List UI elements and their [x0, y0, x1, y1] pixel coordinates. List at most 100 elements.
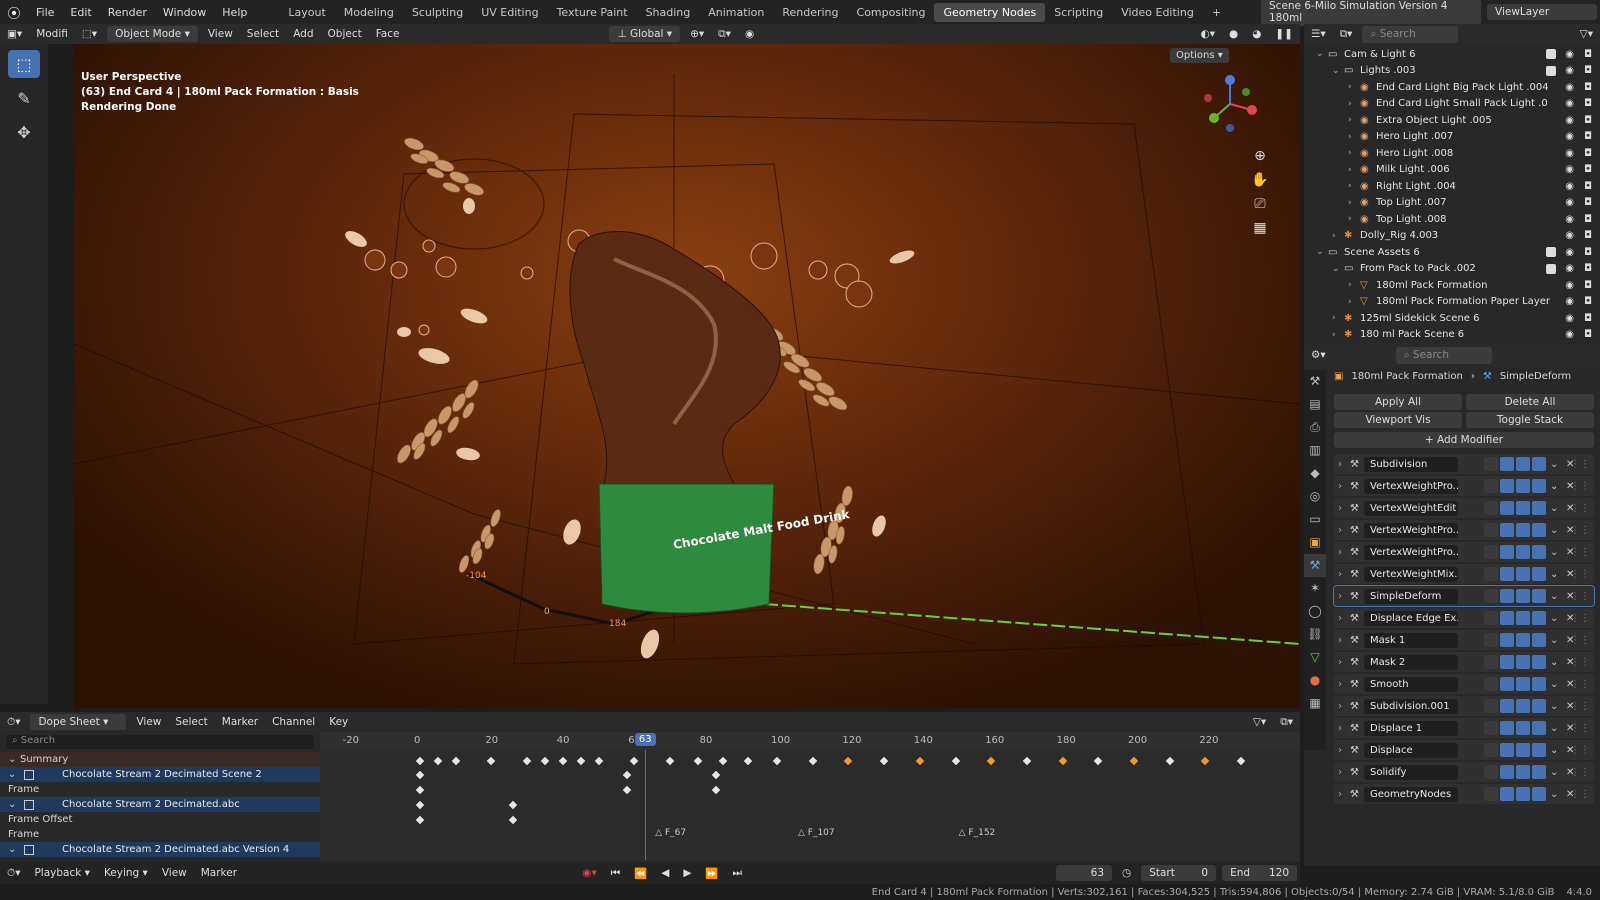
- dopesheet-mode-dropdown[interactable]: Dope Sheet ▾: [30, 714, 127, 730]
- viewport-icon[interactable]: [1516, 479, 1530, 493]
- summary-keyframe[interactable]: [1201, 756, 1210, 766]
- cage-icon[interactable]: [1500, 501, 1514, 515]
- channel-keyframe[interactable]: [622, 785, 632, 795]
- summary-keyframe[interactable]: [629, 756, 639, 766]
- viewport-icon[interactable]: [1516, 589, 1530, 603]
- channel-search[interactable]: ⌕ Search: [0, 732, 320, 752]
- eye-icon[interactable]: ◉: [1565, 181, 1574, 192]
- summary-keyframe[interactable]: [665, 756, 675, 766]
- outliner-row[interactable]: › ▽ 180ml Pack Formation ◉ ◘: [1304, 277, 1600, 294]
- render-icon[interactable]: [1532, 699, 1546, 713]
- navigation-gizmo[interactable]: [1200, 74, 1260, 134]
- expand-chevron-icon[interactable]: ›: [1348, 99, 1360, 109]
- summary-keyframe[interactable]: [1058, 756, 1067, 766]
- camera-render-icon[interactable]: ◘: [1584, 49, 1592, 60]
- outliner-row[interactable]: › ▽ 180ml Pack Formation Paper Layer ◉ ◘: [1304, 294, 1600, 311]
- timeline-marker[interactable]: △ F_107: [798, 828, 835, 838]
- orientation-dropdown[interactable]: ⊥ Global ▾: [609, 26, 681, 42]
- outliner-row[interactable]: ⌄ ▭ Scene Assets 6 ◉ ◘: [1304, 244, 1600, 261]
- outliner-editor-icon[interactable]: ☰▾: [1304, 26, 1333, 42]
- camera-render-icon[interactable]: ◘: [1584, 247, 1592, 258]
- expand-chevron-icon[interactable]: ›: [1338, 657, 1342, 668]
- camera-render-icon[interactable]: ◘: [1584, 148, 1592, 159]
- add-modifier-button[interactable]: + Add Modifier: [1334, 432, 1594, 448]
- expand-chevron-icon[interactable]: ›: [1338, 481, 1342, 492]
- channel-row[interactable]: ⌄ Chocolate Stream 2 Decimated.abc Versio…: [0, 842, 320, 857]
- viewport-icon[interactable]: [1516, 743, 1530, 757]
- outliner-row[interactable]: › ◉ Milk Light .006 ◉ ◘: [1304, 162, 1600, 179]
- camera-render-icon[interactable]: ◘: [1584, 131, 1592, 142]
- eye-icon[interactable]: ◉: [1565, 214, 1574, 225]
- modifier-panel[interactable]: › ⚒ Displace Edge Ex... ⌄ ✕ ⋮⋮: [1334, 608, 1594, 628]
- summary-keyframe[interactable]: [808, 756, 817, 766]
- material-tab-icon[interactable]: ●: [1304, 669, 1326, 692]
- drag-handle-icon[interactable]: ⋮⋮: [1570, 547, 1590, 558]
- expand-chevron-icon[interactable]: ›: [1338, 723, 1342, 734]
- expand-chevron-icon[interactable]: ⌄: [8, 844, 20, 855]
- viewport-vis-button[interactable]: Viewport Vis: [1334, 412, 1462, 428]
- outliner-row[interactable]: › ◉ Right Light .004 ◉ ◘: [1304, 178, 1600, 195]
- render-icon[interactable]: [1532, 501, 1546, 515]
- channel-keyframe[interactable]: [415, 800, 425, 810]
- render-icon[interactable]: [1532, 721, 1546, 735]
- camera-render-icon[interactable]: ◘: [1584, 280, 1592, 291]
- object-tab-icon[interactable]: ▣: [1304, 531, 1326, 554]
- summary-keyframe[interactable]: [719, 756, 728, 766]
- outliner-search-input[interactable]: ⌕ Search: [1362, 25, 1459, 43]
- mesh-select-icon[interactable]: ⬚▾: [75, 26, 104, 42]
- dropdown-chevron-icon[interactable]: ⌄: [1550, 679, 1558, 690]
- drag-handle-icon[interactable]: ⋮⋮: [1570, 459, 1590, 470]
- modifier-name[interactable]: Displace: [1364, 742, 1458, 758]
- modifier-name[interactable]: Subdivision.001: [1364, 698, 1458, 714]
- modifier-name[interactable]: VertexWeightPro...: [1364, 478, 1458, 494]
- viewport-icon[interactable]: [1516, 633, 1530, 647]
- modifier-panel[interactable]: › ⚒ Subdivision ⌄ ✕ ⋮⋮: [1334, 454, 1594, 474]
- menu-file[interactable]: File: [28, 6, 62, 19]
- edit-mode-icon[interactable]: [1484, 743, 1498, 757]
- summary-keyframe[interactable]: [522, 756, 532, 766]
- channel-checkbox[interactable]: [24, 769, 34, 780]
- eye-icon[interactable]: ◉: [1565, 98, 1574, 109]
- measure-tool-icon[interactable]: ✥: [8, 118, 40, 146]
- eye-icon[interactable]: ◉: [1565, 148, 1574, 159]
- modifier-name[interactable]: GeometryNodes: [1364, 786, 1458, 802]
- drag-handle-icon[interactable]: ⋮⋮: [1570, 767, 1590, 778]
- playback-menu[interactable]: Playback ▾: [27, 865, 96, 881]
- summary-keyframe[interactable]: [540, 756, 550, 766]
- next-key-icon[interactable]: ⏩: [698, 865, 725, 882]
- modifier-panel[interactable]: › ⚒ Displace ⌄ ✕ ⋮⋮: [1334, 740, 1594, 760]
- channel-keyframe[interactable]: [415, 815, 425, 825]
- dope-menu-key[interactable]: Key: [322, 714, 355, 730]
- channel-keyframe[interactable]: [622, 770, 632, 780]
- expand-chevron-icon[interactable]: ›: [1348, 115, 1360, 125]
- expand-chevron-icon[interactable]: ›: [1332, 330, 1344, 340]
- expand-chevron-icon[interactable]: ›: [1338, 525, 1342, 536]
- cage-icon[interactable]: [1500, 457, 1514, 471]
- outliner-row[interactable]: ⌄ ▭ Lights .003 ◉ ◘: [1304, 63, 1600, 80]
- viewport-icon[interactable]: [1516, 457, 1530, 471]
- render-icon[interactable]: [1532, 787, 1546, 801]
- tab-animation[interactable]: Animation: [699, 3, 773, 22]
- menu-add[interactable]: Add: [286, 26, 320, 42]
- snap-icon[interactable]: ⧉▾: [711, 26, 738, 43]
- cage-icon[interactable]: [1500, 743, 1514, 757]
- render-icon[interactable]: [1532, 677, 1546, 691]
- render-icon[interactable]: [1532, 611, 1546, 625]
- filter-icon[interactable]: ▽▾: [1573, 26, 1600, 42]
- camera-render-icon[interactable]: ◘: [1584, 115, 1592, 126]
- summary-keyframe[interactable]: [1022, 756, 1032, 766]
- menu-face[interactable]: Face: [369, 26, 407, 42]
- blender-logo-icon[interactable]: ⦿: [0, 3, 28, 22]
- eye-icon[interactable]: ◉: [1565, 247, 1574, 258]
- menu-select[interactable]: Select: [240, 26, 286, 42]
- drag-handle-icon[interactable]: ⋮⋮: [1570, 591, 1590, 602]
- modifier-name[interactable]: Solidify: [1364, 764, 1458, 780]
- summary-keyframe[interactable]: [744, 756, 753, 766]
- drag-handle-icon[interactable]: ⋮⋮: [1570, 745, 1590, 756]
- summary-keyframe[interactable]: [772, 756, 782, 766]
- dropdown-chevron-icon[interactable]: ⌄: [1550, 701, 1558, 712]
- drag-handle-icon[interactable]: ⋮⋮: [1570, 701, 1590, 712]
- shading-solid-icon[interactable]: ●: [1222, 26, 1245, 42]
- dropdown-chevron-icon[interactable]: ⌄: [1550, 569, 1558, 580]
- drag-handle-icon[interactable]: ⋮⋮: [1570, 635, 1590, 646]
